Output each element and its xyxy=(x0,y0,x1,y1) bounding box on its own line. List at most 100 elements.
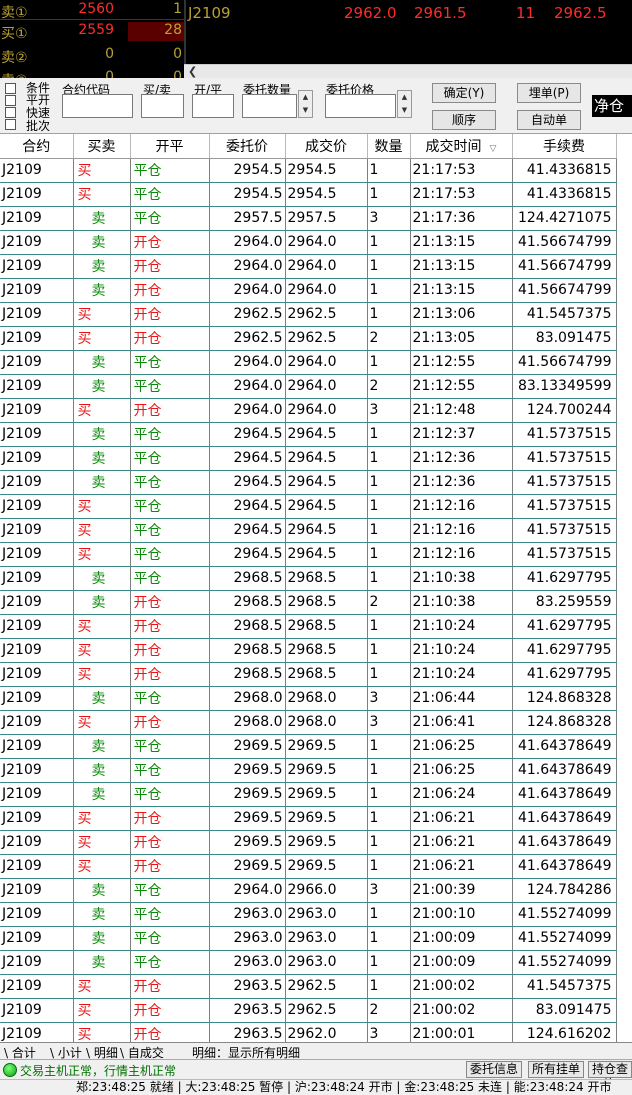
price-stepper[interactable]: ▲ ▼ xyxy=(397,90,412,118)
table-row[interactable]: J2109 买平仓 2964.5 2964.5 1 21:12:16 41.5737515 xyxy=(0,542,617,567)
auto-order-button[interactable]: 自动单 xyxy=(517,110,581,130)
cell-contract: J2109 xyxy=(0,470,74,495)
col-header-side[interactable]: 买卖 xyxy=(73,134,131,159)
cell-side: 买 xyxy=(73,542,131,567)
table-row[interactable]: J2109 卖平仓 2964.0 2964.0 2 21:12:55 83.13349599 xyxy=(0,374,617,399)
table-row[interactable]: J2109 买开仓 2968.0 2968.0 3 21:06:41 124.868328 xyxy=(0,710,617,735)
order-price-input[interactable] xyxy=(325,94,396,118)
table-row[interactable]: J2109 卖平仓 2964.0 2964.0 1 21:12:55 41.56674799 xyxy=(0,350,617,375)
order-info-button[interactable]: 委托信息 xyxy=(466,1061,523,1078)
queue-order-button[interactable]: 埋单(P) xyxy=(517,83,581,103)
table-row[interactable]: J2109 卖平仓 2964.5 2964.5 1 21:12:36 41.5737515 xyxy=(0,470,617,495)
cell-qty: 1 xyxy=(367,614,411,639)
buy-sell-input[interactable] xyxy=(141,94,184,118)
cell-fill-time: 21:12:36 xyxy=(410,470,513,495)
col-header-fill-price[interactable]: 成交价 xyxy=(285,134,368,159)
table-row[interactable]: J2109 卖平仓 2957.5 2957.5 3 21:17:36 124.4271075 xyxy=(0,206,617,231)
cell-fee: 41.64378649 xyxy=(512,782,617,807)
net-position-tab[interactable]: 净仓 xyxy=(592,95,632,117)
table-row[interactable]: J2109 卖平仓 2963.0 2963.0 1 21:00:10 41.55274099 xyxy=(0,902,617,927)
col-header-qty[interactable]: 数量 xyxy=(367,134,411,159)
table-row[interactable]: J2109 卖平仓 2964.0 2966.0 3 21:00:39 124.784286 xyxy=(0,878,617,903)
sell2-row[interactable]: 卖② 0 0 xyxy=(0,45,184,67)
positions-query-button[interactable]: 持仓查询 xyxy=(588,1061,632,1091)
trades-table-body: J2109 买平仓 2954.5 2954.5 1 21:17:53 41.4336815 J… xyxy=(0,158,617,1042)
table-row[interactable]: J2109 买平仓 2954.5 2954.5 1 21:17:53 41.4336815 xyxy=(0,158,617,183)
cell-contract: J2109 xyxy=(0,350,74,375)
col-header-offset[interactable]: 开平 xyxy=(130,134,210,159)
table-row[interactable]: J2109 买开仓 2963.5 2962.5 1 21:00:02 41.5457375 xyxy=(0,974,617,999)
qty-stepper[interactable]: ▲ ▼ xyxy=(298,90,313,118)
col-header-contract[interactable]: 合约 xyxy=(0,134,74,159)
cell-contract: J2109 xyxy=(0,830,74,855)
contract-code-input[interactable] xyxy=(62,94,133,118)
quick-checkbox[interactable] xyxy=(5,107,16,118)
tab-total-label: 合计 xyxy=(11,1046,36,1060)
cell-offset: 开仓 xyxy=(130,278,210,303)
table-row[interactable]: J2109 买开仓 2968.5 2968.5 1 21:10:24 41.6297795 xyxy=(0,614,617,639)
table-row[interactable]: J2109 买开仓 2962.5 2962.5 2 21:13:05 83.091475 xyxy=(0,326,617,351)
col-header-fill-time[interactable]: 成交时间 ▽ xyxy=(410,134,513,159)
horizontal-scrollbar[interactable]: ❮ xyxy=(184,64,632,78)
cell-side: 卖 xyxy=(73,950,131,975)
table-row[interactable]: J2109 卖开仓 2964.0 2964.0 1 21:13:15 41.56674799 xyxy=(0,230,617,255)
order-qty-input[interactable] xyxy=(242,94,297,118)
table-row[interactable]: J2109 买开仓 2968.5 2968.5 1 21:10:24 41.6297795 xyxy=(0,662,617,687)
cell-qty: 1 xyxy=(367,278,411,303)
sequence-button[interactable]: 顺序 xyxy=(432,110,496,130)
table-row[interactable]: J2109 买开仓 2963.5 2962.5 2 21:00:02 83.091475 xyxy=(0,998,617,1023)
table-row[interactable]: J2109 买开仓 2964.0 2964.0 3 21:12:48 124.700244 xyxy=(0,398,617,423)
open-close-input[interactable] xyxy=(192,94,234,118)
table-row[interactable]: J2109 卖开仓 2968.5 2968.5 2 21:10:38 83.259559 xyxy=(0,590,617,615)
cell-contract: J2109 xyxy=(0,230,74,255)
table-row[interactable]: J2109 卖平仓 2964.5 2964.5 1 21:12:36 41.5737515 xyxy=(0,446,617,471)
cell-qty: 1 xyxy=(367,350,411,375)
cell-fee: 41.56674799 xyxy=(512,230,617,255)
sell3-row[interactable]: 卖③ 0 0 xyxy=(0,68,184,78)
table-row[interactable]: J2109 卖平仓 2969.5 2969.5 1 21:06:25 41.64378649 xyxy=(0,734,617,759)
table-row[interactable]: J2109 买开仓 2969.5 2969.5 1 21:06:21 41.64378649 xyxy=(0,854,617,879)
cell-side: 卖 xyxy=(73,446,131,471)
buy1-row[interactable]: 买① 2559 28 xyxy=(0,21,184,43)
sell3-volume: 0 xyxy=(173,69,182,78)
col-header-fee[interactable]: 手续费 xyxy=(512,134,617,159)
cell-fill-time: 21:13:15 xyxy=(410,254,513,279)
condition-checkbox[interactable] xyxy=(5,83,16,94)
table-row[interactable]: J2109 卖开仓 2964.0 2964.0 1 21:13:15 41.56674799 xyxy=(0,278,617,303)
cell-fill-time: 21:12:36 xyxy=(410,446,513,471)
cell-fill-time: 21:06:21 xyxy=(410,830,513,855)
table-row[interactable]: J2109 卖平仓 2968.0 2968.0 3 21:06:44 124.868328 xyxy=(0,686,617,711)
table-row[interactable]: J2109 卖平仓 2969.5 2969.5 1 21:06:24 41.64378649 xyxy=(0,782,617,807)
cell-offset: 开仓 xyxy=(130,974,210,999)
cell-qty: 3 xyxy=(367,686,411,711)
table-row[interactable]: J2109 卖平仓 2968.5 2968.5 1 21:10:38 41.6297795 xyxy=(0,566,617,591)
table-row[interactable]: J2109 买平仓 2954.5 2954.5 1 21:17:53 41.4336815 xyxy=(0,182,617,207)
cell-offset: 开仓 xyxy=(130,806,210,831)
cell-fill-time: 21:06:25 xyxy=(410,734,513,759)
table-row[interactable]: J2109 卖开仓 2964.0 2964.0 1 21:13:15 41.56674799 xyxy=(0,254,617,279)
cell-offset: 平仓 xyxy=(130,446,210,471)
table-row[interactable]: J2109 买平仓 2964.5 2964.5 1 21:12:16 41.5737515 xyxy=(0,518,617,543)
table-row[interactable]: J2109 买平仓 2964.5 2964.5 1 21:12:16 41.5737515 xyxy=(0,494,617,519)
cell-side: 卖 xyxy=(73,878,131,903)
table-row[interactable]: J2109 买开仓 2969.5 2969.5 1 21:06:21 41.64378649 xyxy=(0,830,617,855)
table-row[interactable]: J2109 买开仓 2963.5 2962.0 3 21:00:01 124.616202 xyxy=(0,1022,617,1042)
cell-offset: 开仓 xyxy=(130,230,210,255)
table-row[interactable]: J2109 买开仓 2969.5 2969.5 1 21:06:21 41.64378649 xyxy=(0,806,617,831)
table-row[interactable]: J2109 买开仓 2962.5 2962.5 1 21:13:06 41.5457375 xyxy=(0,302,617,327)
all-pending-button[interactable]: 所有挂单 xyxy=(528,1061,585,1078)
table-row[interactable]: J2109 卖平仓 2963.0 2963.0 1 21:00:09 41.55274099 xyxy=(0,926,617,951)
batch-checkbox[interactable] xyxy=(5,119,16,130)
cell-fill-time: 21:10:38 xyxy=(410,590,513,615)
cell-side: 卖 xyxy=(73,374,131,399)
table-row[interactable]: J2109 买开仓 2968.5 2968.5 1 21:10:24 41.6297795 xyxy=(0,638,617,663)
table-row[interactable]: J2109 卖平仓 2963.0 2963.0 1 21:00:09 41.55274099 xyxy=(0,950,617,975)
confirm-button[interactable]: 确定(Y) xyxy=(432,83,496,103)
bottom-tabs-bar: \ 合计 \ 小计 \ 明细 \ 自成交 明细：显示所有明细 xyxy=(0,1042,632,1060)
scroll-left-icon[interactable]: ❮ xyxy=(188,65,197,78)
table-row[interactable]: J2109 卖平仓 2969.5 2969.5 1 21:06:25 41.64378649 xyxy=(0,758,617,783)
cell-order-price: 2969.5 xyxy=(209,734,286,759)
close-open-checkbox[interactable] xyxy=(5,95,16,106)
col-header-order-price[interactable]: 委托价 xyxy=(209,134,286,159)
table-row[interactable]: J2109 卖平仓 2964.5 2964.5 1 21:12:37 41.5737515 xyxy=(0,422,617,447)
